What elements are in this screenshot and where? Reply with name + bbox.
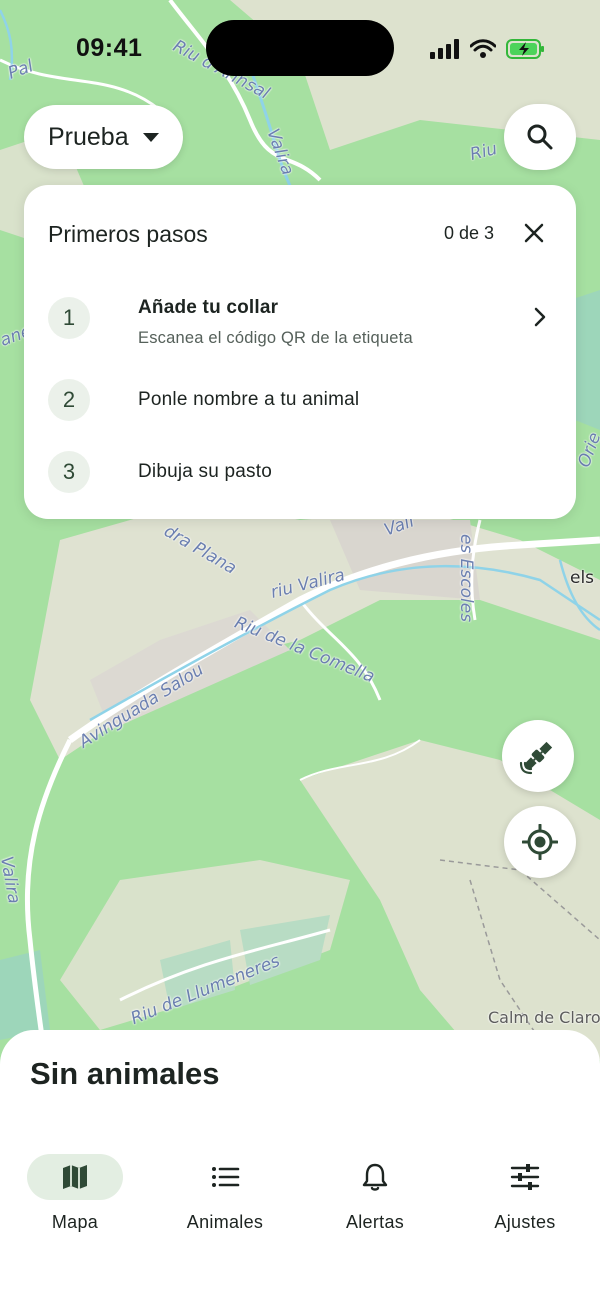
step-add-collar[interactable]: 1 Añade tu collar Escanea el código QR d… [48,297,558,357]
step-subtitle: Escanea el código QR de la etiqueta [138,329,413,347]
tab-alertas[interactable]: Alertas [300,1154,450,1244]
step-draw-pasture[interactable]: 3 Dibuja su pasto [48,451,558,511]
search-icon [527,124,553,150]
tab-bar: Mapa Animales Alertas Ajustes [0,1154,600,1244]
tab-animales[interactable]: Animales [150,1154,300,1244]
tab-label: Ajustes [494,1212,556,1232]
close-icon [524,223,544,243]
step-number: 3 [48,451,90,493]
satellite-icon [519,741,553,775]
step-number: 2 [48,379,90,421]
tab-label: Mapa [51,1212,99,1232]
step-name-animal[interactable]: 2 Ponle nombre a tu animal [48,379,558,439]
caret-down-icon [142,132,159,142]
wifi-icon [470,39,496,58]
my-location-button[interactable] [504,806,576,878]
dynamic-island [206,20,394,76]
bell-icon [362,1163,388,1191]
map-label: es Escoles [456,533,477,623]
bottom-sheet[interactable]: Sin animales Mapa Animales Alertas Ajust… [0,1030,600,1304]
satellite-layer-button[interactable] [502,720,574,792]
farm-selector-label: Prueba [48,122,129,151]
farm-selector[interactable]: Prueba [24,105,183,169]
step-number: 1 [48,297,90,339]
cellular-signal-icon [430,39,459,59]
map-label: els [570,568,595,588]
step-title: Ponle nombre a tu animal [138,389,360,410]
tab-active-indicator [27,1154,123,1200]
getting-started-card: Primeros pasos 0 de 3 1 Añade tu collar … [24,185,576,519]
step-title: Dibuja su pasto [138,461,272,482]
chevron-right-icon [534,307,546,327]
status-bar: 09:41 [0,0,600,96]
search-button[interactable] [504,104,576,170]
sheet-title: Sin animales [30,1056,220,1091]
tab-label: Alertas [345,1212,405,1232]
battery-charging-icon [506,39,544,59]
sliders-icon [510,1164,540,1190]
status-time: 09:41 [76,34,143,62]
tab-ajustes[interactable]: Ajustes [450,1154,600,1244]
map-label: Calm de Claro [488,1008,600,1027]
step-title: Añade tu collar [138,297,279,318]
tab-label: Animales [186,1212,264,1232]
tab-mapa[interactable]: Mapa [0,1154,150,1244]
card-title: Primeros pasos [48,221,208,247]
progress-counter: 0 de 3 [444,223,495,243]
list-icon [212,1167,240,1187]
map-icon [63,1165,87,1189]
location-target-icon [522,824,558,860]
status-icons [430,38,546,60]
close-card-button[interactable] [520,219,548,247]
